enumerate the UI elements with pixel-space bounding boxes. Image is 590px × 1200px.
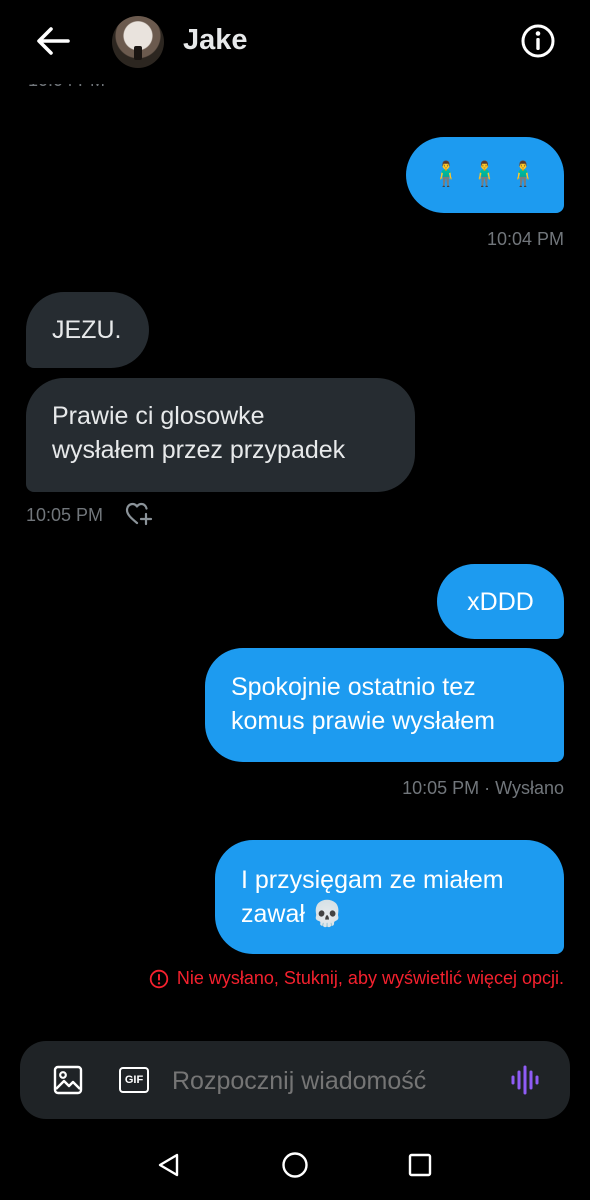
conversation-title[interactable]: Jake xyxy=(183,24,248,57)
message-line: Spokojnie ostatnio tez xyxy=(231,673,476,701)
nav-back-icon[interactable] xyxy=(156,1152,182,1178)
send-error-notice[interactable]: Nie wysłano, Stuknij, aby wyświetlić wię… xyxy=(149,968,564,989)
nav-recents-icon[interactable] xyxy=(407,1152,433,1178)
chat-header: Jake xyxy=(0,0,590,84)
message-timestamp: 10:05 PM xyxy=(26,505,104,525)
message-line: Prawie ci glosowke xyxy=(52,402,265,430)
message-line: I przysięgam ze miałem xyxy=(241,866,504,894)
message-line: komus prawie wysłałem xyxy=(231,707,495,735)
message-input[interactable] xyxy=(170,1059,494,1103)
image-icon[interactable] xyxy=(53,1065,83,1095)
add-reaction-icon[interactable] xyxy=(125,501,153,527)
outgoing-message-bubble[interactable]: xDDD xyxy=(437,564,564,639)
outgoing-message-bubble[interactable]: Spokojnie ostatnio tez komus prawie wysł… xyxy=(205,648,564,762)
message-timestamp: 10:04 PM xyxy=(486,229,564,249)
error-text: Nie wysłano, Stuknij, aby wyświetlić wię… xyxy=(176,968,564,988)
avatar[interactable] xyxy=(112,16,164,68)
message-text: JEZU. xyxy=(52,316,122,344)
message-text: xDDD xyxy=(467,587,534,616)
gif-button[interactable]: GIF xyxy=(119,1067,149,1093)
incoming-message-bubble[interactable]: Prawie ci glosowke wysłałem przez przypa… xyxy=(26,378,415,492)
nav-home-icon[interactable] xyxy=(281,1151,309,1179)
outgoing-message-bubble-failed[interactable]: I przysięgam ze miałem zawał 💀 xyxy=(215,840,564,954)
message-composer: GIF xyxy=(20,1041,570,1119)
error-icon xyxy=(149,969,169,988)
message-text: 🧍‍♂️ 🧍‍♂️ 🧍‍♂️ xyxy=(431,161,539,188)
voice-message-icon[interactable] xyxy=(510,1065,542,1095)
system-navigation-bar xyxy=(0,1130,590,1200)
message-status: 10:05 PM · Wysłano xyxy=(402,778,564,798)
message-line: zawał 💀 xyxy=(241,900,343,928)
info-icon[interactable] xyxy=(519,22,557,60)
incoming-message-bubble[interactable]: JEZU. xyxy=(26,292,149,368)
gif-label: GIF xyxy=(124,1074,144,1086)
back-arrow-icon[interactable] xyxy=(34,24,72,58)
outgoing-message-bubble[interactable]: 🧍‍♂️ 🧍‍♂️ 🧍‍♂️ xyxy=(406,137,564,213)
message-line: wysłałem przez przypadek xyxy=(52,436,346,464)
